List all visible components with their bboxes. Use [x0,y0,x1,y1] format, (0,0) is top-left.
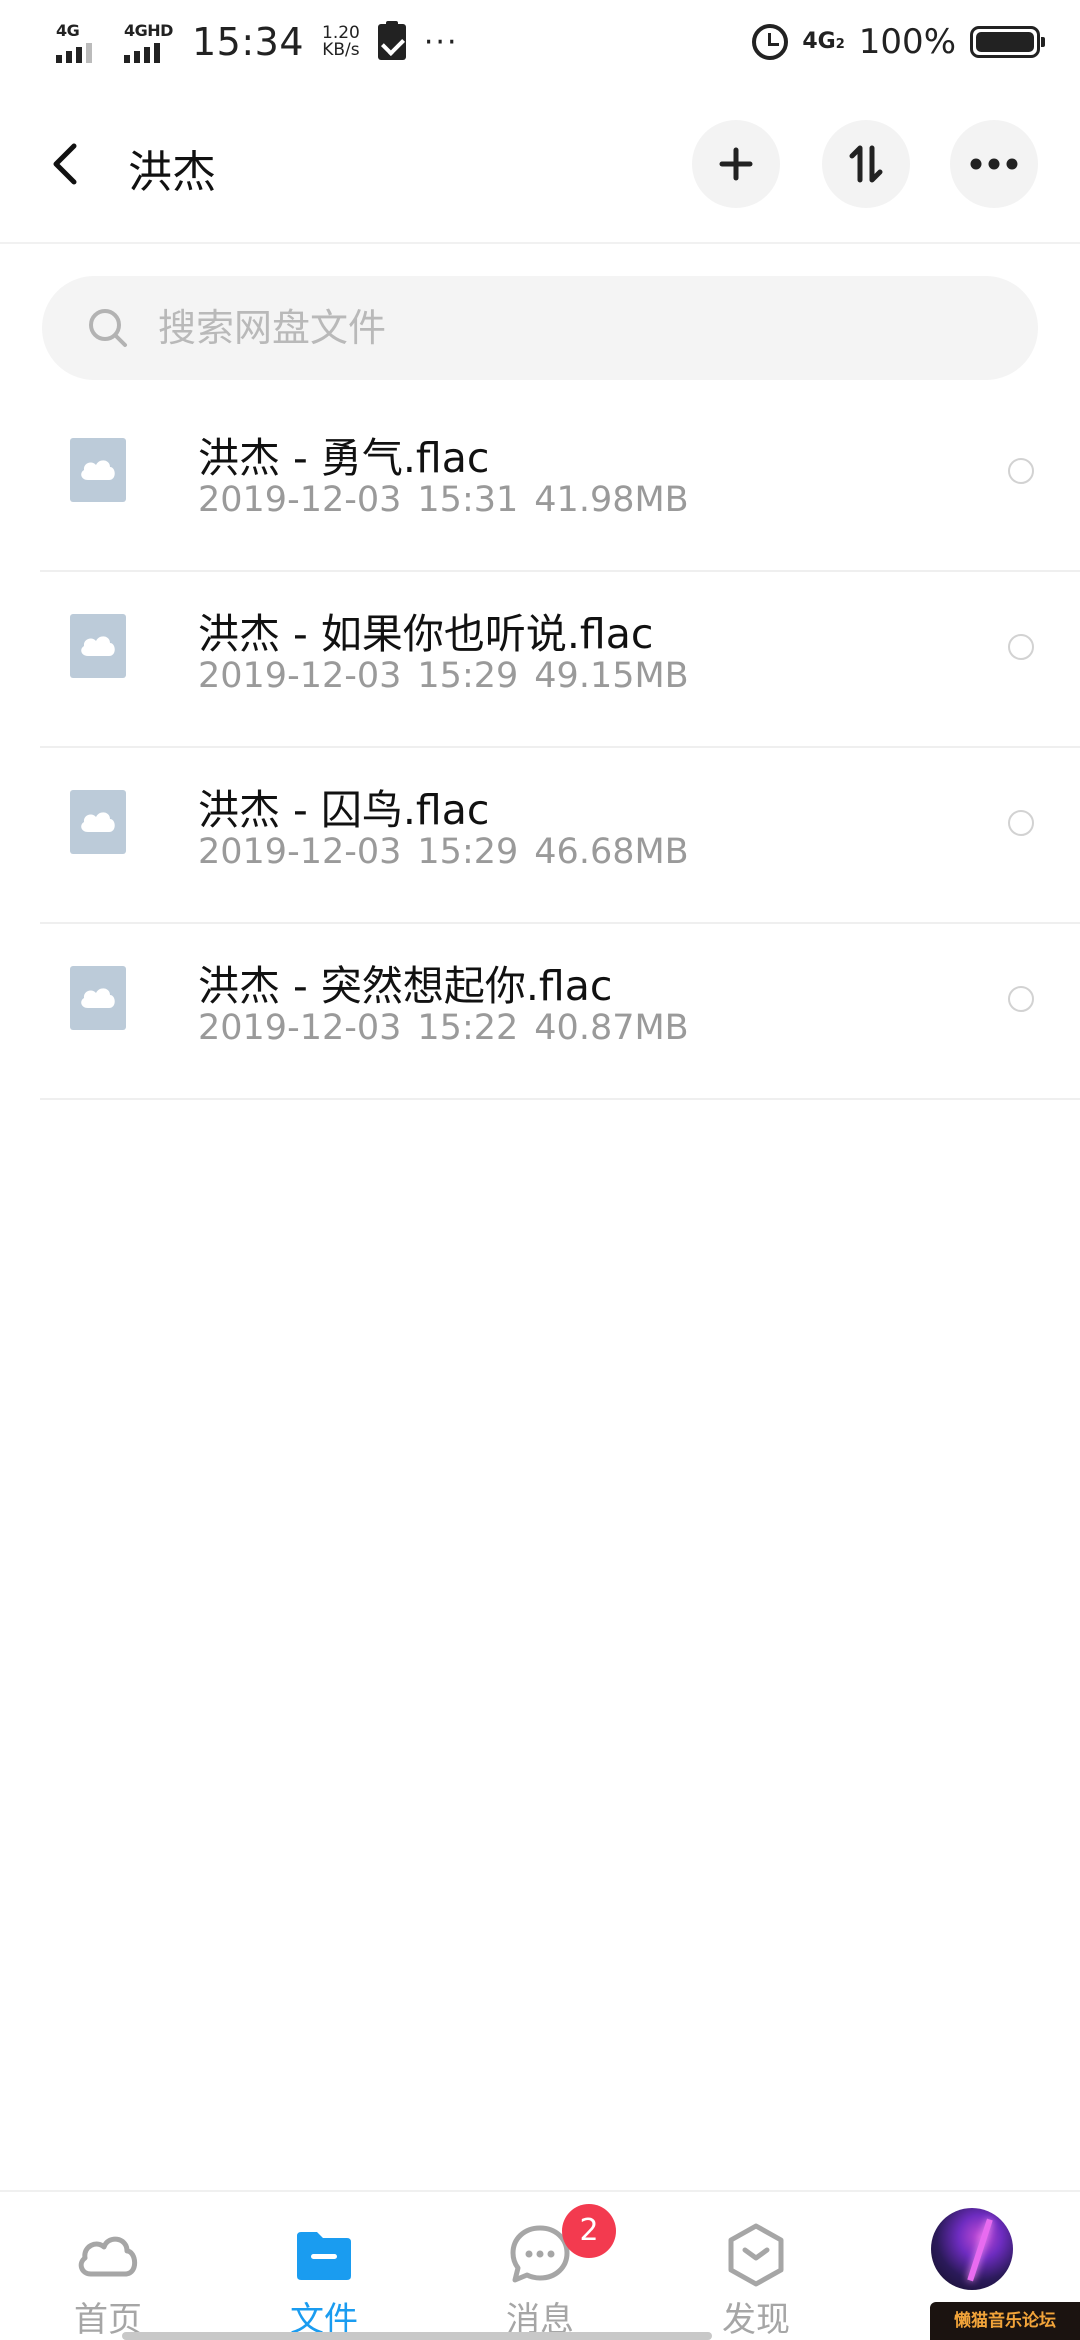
sim1-label: 4G [56,21,80,40]
status-bar: 4G 4GHD 15:34 1.20 KB/s ··· 4G2 100% [0,0,1080,84]
network-label: 4G [802,29,836,54]
page-title: 洪杰 [128,147,216,198]
file-date: 2019-12-03 [198,480,402,520]
battery-icon [970,26,1045,58]
nav-item-files[interactable]: 文件 [216,2192,432,2340]
clipboard-check-icon [377,21,406,60]
discover-icon [728,2223,784,2287]
file-cloud-icon [70,438,126,502]
list-item[interactable]: 洪杰 - 如果你也听说.flac 2019-12-03 15:29 49.15MB [0,572,1080,748]
list-item[interactable]: 洪杰 - 囚鸟.flac 2019-12-03 15:29 46.68MB [0,748,1080,924]
file-list: 洪杰 - 勇气.flac 2019-12-03 15:31 41.98MB 洪杰 -… [0,396,1080,1100]
avatar[interactable] [931,2208,1013,2290]
add-button[interactable] [692,120,780,208]
alarm-icon [752,24,789,60]
message-badge: 2 [562,2204,616,2258]
file-cloud-icon [70,790,126,854]
app-screen: 4G 4GHD 15:34 1.20 KB/s ··· 4G2 100% 洪杰 … [0,0,1080,2340]
select-checkbox[interactable] [1008,634,1034,660]
add-icon [719,147,753,181]
network-sub: 2 [835,37,845,52]
file-meta: 2019-12-03 15:29 49.15MB [198,656,689,696]
bottom-nav: 首页 文件 2 消息 发现 懒猫音乐论坛 [0,2190,1080,2340]
gesture-bar [122,2332,712,2340]
file-size: 41.98MB [534,480,689,520]
more-button[interactable] [950,120,1038,208]
divider [40,1098,1080,1100]
select-checkbox[interactable] [1008,810,1034,836]
nav-item-messages[interactable]: 2 消息 [432,2192,648,2340]
network-speed: 1.20 KB/s [322,25,360,59]
file-meta: 2019-12-03 15:29 46.68MB [198,832,689,872]
speed-unit: KB/s [322,40,360,60]
file-name: 洪杰 - 如果你也听说.flac [198,610,654,658]
watermark-text: 懒猫音乐论坛 [954,2311,1056,2331]
chevron-left-icon [53,143,77,185]
header: 洪杰 [0,84,1080,244]
file-meta: 2019-12-03 15:31 41.98MB [198,480,689,520]
sim2-label: 4GHD [124,21,173,40]
file-time: 15:29 [417,656,519,696]
file-time: 15:22 [417,1008,519,1048]
folder-icon [297,2232,351,2280]
file-cloud-icon [70,966,126,1030]
nav-item-home[interactable]: 首页 [0,2192,216,2340]
select-checkbox[interactable] [1008,458,1034,484]
sim1-signal-icon: 4G [56,21,106,63]
file-size: 49.15MB [534,656,689,696]
cloud-icon [78,2236,138,2277]
more-icon [970,158,1018,170]
search-icon [89,309,127,347]
file-cloud-icon [70,614,126,678]
file-size: 46.68MB [534,832,689,872]
more-notifications-icon: ··· [423,24,459,60]
file-time: 15:31 [417,480,519,520]
transfer-button[interactable] [822,120,910,208]
watermark: 懒猫音乐论坛 [930,2302,1080,2340]
status-time: 15:34 [192,20,305,64]
sim2-signal-icon: 4GHD [124,21,174,63]
transfer-icon [849,145,883,183]
file-meta: 2019-12-03 15:22 40.87MB [198,1008,689,1048]
nav-item-discover[interactable]: 发现 [648,2192,864,2340]
file-size: 40.87MB [534,1008,689,1048]
file-date: 2019-12-03 [198,656,402,696]
file-name: 洪杰 - 囚鸟.flac [198,786,490,834]
list-item[interactable]: 洪杰 - 勇气.flac 2019-12-03 15:31 41.98MB [0,396,1080,572]
file-name: 洪杰 - 勇气.flac [198,434,490,482]
status-left: 4G 4GHD 15:34 1.20 KB/s ··· [56,14,458,70]
battery-percentage: 100% [858,22,956,62]
file-date: 2019-12-03 [198,1008,402,1048]
file-name: 洪杰 - 突然想起你.flac [198,962,613,1010]
back-button[interactable] [44,140,92,188]
file-date: 2019-12-03 [198,832,402,872]
search-bar[interactable] [42,276,1038,380]
status-right: 4G2 100% [752,14,1045,70]
search-input[interactable] [158,298,998,358]
network-type: 4G2 [802,31,844,53]
list-item[interactable]: 洪杰 - 突然想起你.flac 2019-12-03 15:22 40.87MB [0,924,1080,1100]
select-checkbox[interactable] [1008,986,1034,1012]
file-time: 15:29 [417,832,519,872]
